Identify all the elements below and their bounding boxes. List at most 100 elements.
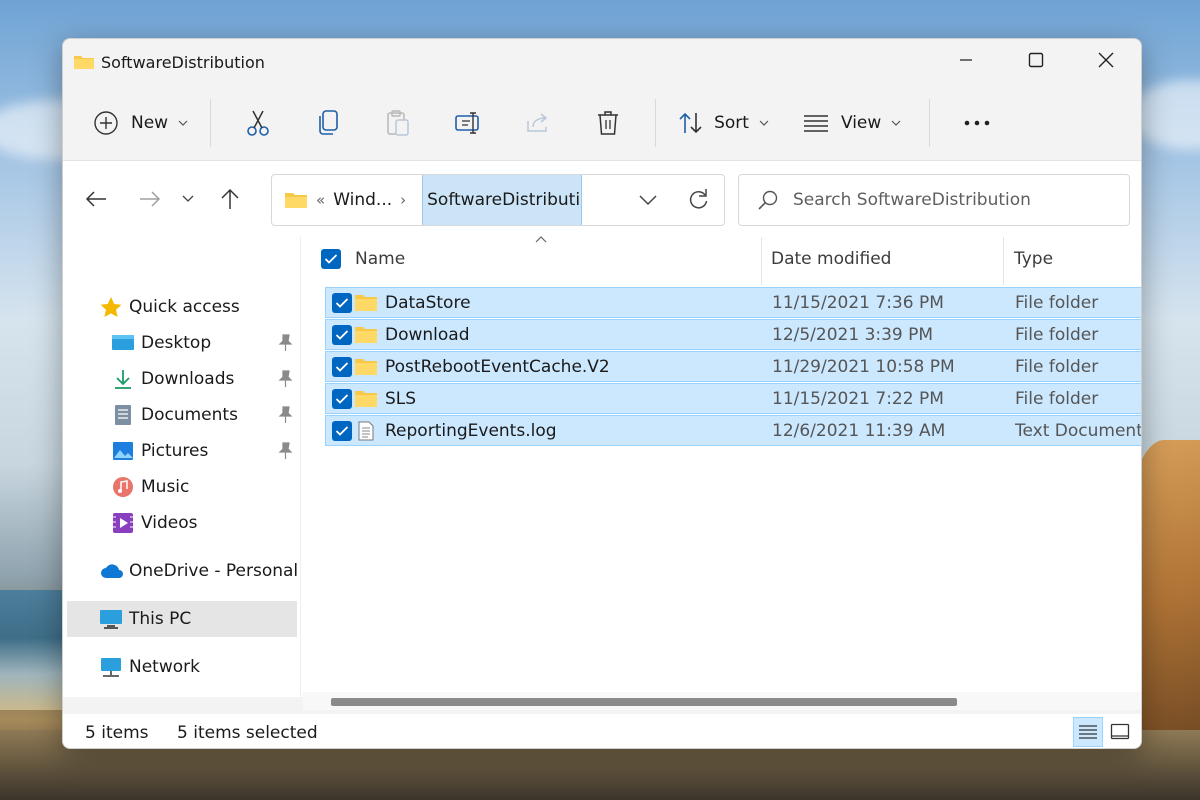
arrow-right-icon	[140, 191, 161, 207]
close-button[interactable]	[1071, 39, 1141, 81]
horizontal-scrollbar[interactable]	[303, 692, 1141, 710]
sidebar-item-videos[interactable]: Videos	[111, 505, 299, 541]
pin-icon[interactable]	[277, 406, 293, 424]
minimize-icon	[960, 59, 972, 61]
address-bar[interactable]: « Wind... › SoftwareDistributi...	[271, 174, 725, 226]
arrow-left-icon	[85, 191, 106, 207]
document-icon	[111, 404, 135, 426]
paste-button[interactable]	[371, 101, 425, 145]
file-row[interactable]: Download 12/5/2021 3:39 PM File folder	[325, 319, 1141, 350]
folder-icon	[355, 359, 377, 375]
checkmark-icon	[335, 330, 349, 340]
row-checkbox[interactable]	[332, 325, 352, 345]
copy-button[interactable]	[301, 101, 355, 145]
select-all-checkbox[interactable]	[321, 249, 341, 269]
column-header-row: Name Date modified Type	[303, 236, 1141, 285]
video-icon	[111, 512, 135, 534]
rename-icon	[455, 111, 479, 134]
details-view-button[interactable]	[1073, 717, 1103, 747]
sidebar-item-label: Music	[141, 477, 190, 497]
back-button[interactable]	[73, 179, 119, 219]
file-row[interactable]: ReportingEvents.log 12/6/2021 11:39 AM T…	[325, 415, 1141, 446]
column-divider[interactable]	[761, 237, 762, 285]
share-button[interactable]	[511, 101, 565, 145]
sidebar-item-onedrive[interactable]: OneDrive - Personal	[99, 553, 299, 589]
column-header-type[interactable]: Type	[1014, 249, 1053, 269]
pin-icon[interactable]	[277, 334, 293, 352]
recent-locations-button[interactable]	[173, 179, 203, 219]
file-row[interactable]: SLS 11/15/2021 7:22 PM File folder	[325, 383, 1141, 414]
row-checkbox[interactable]	[332, 389, 352, 409]
breadcrumb-current[interactable]: SoftwareDistributi...	[422, 175, 583, 225]
sidebar-item-this-pc[interactable]: This PC	[67, 601, 297, 637]
computer-icon	[99, 608, 123, 630]
search-input[interactable]	[793, 190, 1113, 210]
details-view-icon	[1079, 725, 1097, 739]
row-checkbox[interactable]	[332, 293, 352, 313]
up-button[interactable]	[207, 179, 253, 219]
navigation-pane: Quick access Desktop Downloads Documents…	[63, 237, 301, 697]
search-icon	[758, 190, 778, 210]
file-explorer-window: SoftwareDistribution New Sort View « Win…	[62, 38, 1142, 749]
folder-icon	[355, 295, 377, 311]
file-type: File folder	[1015, 357, 1099, 377]
new-button-label: New	[131, 112, 169, 133]
tiles-view-button[interactable]	[1105, 717, 1135, 747]
chevron-down-icon	[759, 120, 769, 126]
file-type: File folder	[1015, 325, 1099, 345]
sidebar-item-downloads[interactable]: Downloads	[111, 361, 299, 397]
sidebar-item-quick-access[interactable]: Quick access	[99, 289, 299, 325]
overflow-chevrons[interactable]: «	[316, 191, 325, 209]
more-options-button[interactable]	[950, 101, 1004, 145]
window-controls	[931, 39, 1141, 81]
sidebar-item-music[interactable]: Music	[111, 469, 299, 505]
file-list: Name Date modified Type DataStore 11/15/…	[303, 236, 1141, 697]
file-row[interactable]: PostRebootEventCache.V2 11/29/2021 10:58…	[325, 351, 1141, 382]
delete-button[interactable]	[581, 101, 635, 145]
view-button[interactable]: View	[793, 101, 911, 145]
search-box[interactable]	[738, 174, 1130, 226]
minimize-button[interactable]	[931, 39, 1001, 81]
refresh-icon[interactable]	[686, 187, 710, 213]
maximize-button[interactable]	[1001, 39, 1071, 81]
checkmark-icon	[335, 426, 349, 436]
column-header-date[interactable]: Date modified	[771, 249, 891, 269]
toolbar-separator	[210, 98, 212, 147]
checkmark-icon	[324, 254, 338, 264]
row-checkbox[interactable]	[332, 421, 352, 441]
file-date: 11/15/2021 7:22 PM	[772, 389, 944, 409]
cloud-icon	[99, 560, 123, 582]
sidebar-item-pictures[interactable]: Pictures	[111, 433, 299, 469]
checkmark-icon	[335, 394, 349, 404]
breadcrumb-parent[interactable]: Wind...	[333, 190, 392, 210]
toolbar-separator	[929, 98, 931, 147]
sidebar-item-label: Network	[129, 657, 200, 677]
maximize-icon	[1028, 52, 1044, 68]
folder-icon	[355, 327, 377, 343]
sidebar-item-desktop[interactable]: Desktop	[111, 325, 299, 361]
file-row[interactable]: DataStore 11/15/2021 7:36 PM File folder	[325, 287, 1141, 318]
column-divider[interactable]	[1003, 237, 1004, 285]
selection-count: 5 items selected	[177, 723, 318, 743]
rename-button[interactable]	[441, 101, 495, 145]
sort-button-label: Sort	[714, 112, 749, 133]
chevron-down-icon[interactable]	[638, 189, 658, 211]
sidebar-item-network[interactable]: Network	[99, 649, 299, 685]
file-date: 12/6/2021 11:39 AM	[772, 421, 946, 441]
folder-icon	[355, 391, 377, 407]
forward-button[interactable]	[127, 179, 173, 219]
status-bar: 5 items 5 items selected	[63, 714, 1141, 748]
file-date: 12/5/2021 3:39 PM	[772, 325, 934, 345]
sort-button[interactable]: Sort	[668, 101, 779, 145]
sidebar-item-documents[interactable]: Documents	[111, 397, 299, 433]
column-header-name[interactable]: Name	[355, 249, 405, 269]
breadcrumb-separator[interactable]: ›	[400, 191, 406, 209]
list-view-icon	[803, 114, 828, 132]
pin-icon[interactable]	[277, 442, 293, 460]
new-button[interactable]: New	[83, 101, 198, 145]
cut-button[interactable]	[231, 101, 285, 145]
more-dots-icon	[964, 120, 990, 125]
scrollbar-thumb[interactable]	[331, 698, 957, 706]
row-checkbox[interactable]	[332, 357, 352, 377]
pin-icon[interactable]	[277, 370, 293, 388]
